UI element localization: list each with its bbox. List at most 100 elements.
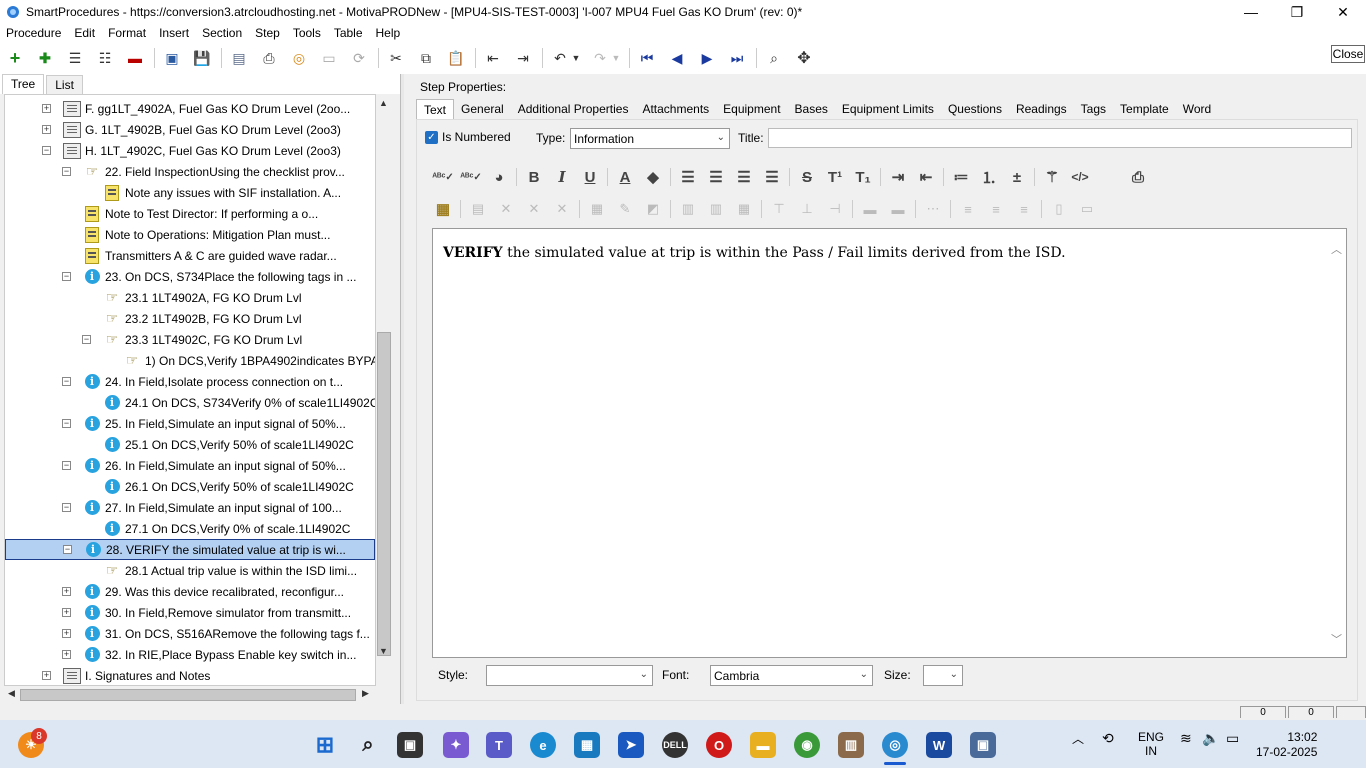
valign-top-icon[interactable]: ≡ [957,198,979,220]
split-cell-icon[interactable]: ⊣ [824,198,846,220]
scroll-up-icon[interactable]: ▲ [379,98,388,108]
maximize-button[interactable]: ❐ [1274,0,1320,24]
type-select[interactable]: Information ⌄ [570,128,730,149]
chrome-browser-icon[interactable]: ◉ [794,732,820,758]
tab-tree[interactable]: Tree [2,74,45,94]
insert-table-icon[interactable]: ▦ [432,198,454,220]
insert-column-right-icon[interactable]: ▥ [705,198,727,220]
collapse-node-icon[interactable]: − [63,545,72,554]
delete-row-icon[interactable]: ✕ [523,198,545,220]
tab-text[interactable]: Text [416,99,455,119]
outdent-icon[interactable]: ⇤ [482,47,504,69]
merge-cells-icon[interactable]: ▦ [733,198,755,220]
add-icon[interactable]: + [4,47,26,69]
tree-node[interactable]: i 27.1 On DCS,Verify 0% of scale.1LI4902C [82,518,350,539]
menu-step[interactable]: Step [255,26,280,40]
language-indicator[interactable]: ENG IN [1138,730,1164,758]
cell-properties-icon[interactable]: ▦ [586,198,608,220]
source-code-icon[interactable]: </> [1069,166,1091,188]
tab-tags[interactable]: Tags [1074,99,1113,119]
redo-icon[interactable]: ↷ [589,47,611,69]
bold-icon[interactable]: B [523,166,545,188]
tree-node[interactable]: ☞ 23.1 1LT4902A, FG KO Drum Lvl [82,287,302,308]
minimize-button[interactable]: — [1228,0,1274,24]
expand-icon[interactable]: ☷ [94,47,116,69]
paste-icon[interactable]: 📋 [445,47,467,69]
tab-readings[interactable]: Readings [1009,99,1074,119]
expand-node-icon[interactable]: + [42,104,51,113]
previous-icon[interactable]: ◀ [666,47,688,69]
dell-icon[interactable]: DELL [662,732,688,758]
underline-icon[interactable]: U [579,166,601,188]
last-icon[interactable]: ⏭ [726,47,748,69]
first-icon[interactable]: ⏮ [636,47,658,69]
collapse-node-icon[interactable]: − [62,167,71,176]
tab-bases[interactable]: Bases [788,99,835,119]
cell-color-icon[interactable]: ◩ [642,198,664,220]
smartprocedures-taskbar-icon[interactable]: ◎ [882,732,908,758]
title-input[interactable] [768,128,1352,148]
collapse-node-icon[interactable]: − [82,335,91,344]
align-right-icon[interactable]: ☰ [733,166,755,188]
tree-node[interactable]: i 25.1 On DCS,Verify 50% of scale1LI4902C [82,434,354,455]
horizontal-field-icon[interactable]: ▭ [1076,198,1098,220]
scroll-right-icon[interactable]: ▶ [362,688,369,699]
scroll-left-icon[interactable]: ◀ [8,688,15,699]
panel-splitter[interactable] [400,74,404,704]
tab-list[interactable]: List [46,75,83,94]
scroll-down-icon[interactable]: ▼ [379,646,388,656]
tab-template[interactable]: Template [1113,99,1176,119]
collapse-icon[interactable]: ☰ [64,47,86,69]
indent-decrease-icon[interactable]: ⇤ [915,166,937,188]
insert-row-above-icon[interactable]: ⊤ [768,198,790,220]
editor-scroll-up-icon[interactable]: ︿ [1331,241,1342,257]
tree-node[interactable]: Note to Operations: Mitigation Plan must… [62,224,330,245]
tree-horizontal-scroll-thumb[interactable] [20,689,356,701]
row-height-icon[interactable]: ▬ [859,198,881,220]
style-select[interactable]: ⌄ [486,665,653,686]
collapse-node-icon[interactable]: − [62,272,71,281]
tab-equipment-limits[interactable]: Equipment Limits [835,99,941,119]
power-automate-icon[interactable]: ➤ [618,732,644,758]
bullet-list-icon[interactable]: ≔ [950,166,972,188]
table-properties-icon[interactable]: ▤ [467,198,489,220]
collapse-node-icon[interactable]: − [62,461,71,470]
size-select[interactable]: ⌄ [923,665,963,686]
expand-node-icon[interactable]: + [62,650,71,659]
cell-edit-icon[interactable]: ✎ [614,198,636,220]
vertical-field-icon[interactable]: ▯ [1048,198,1070,220]
search-replace-icon[interactable]: ⌕ [763,47,785,69]
close-button[interactable]: Close [1331,45,1365,63]
tree-node[interactable]: Note any issues with SIF installation. A… [82,182,341,203]
copilot-icon[interactable]: ✦ [443,732,469,758]
collapse-node-icon[interactable]: − [62,503,71,512]
print-icon[interactable]: ⎙ [258,47,280,69]
expand-node-icon[interactable]: + [62,629,71,638]
align-center-icon[interactable]: ☰ [705,166,727,188]
magic-wand-icon[interactable]: ⚚ [1041,166,1063,188]
spellcheck-auto-icon[interactable]: ᴬᴮᶜ✓ [460,166,482,188]
indent-increase-icon[interactable]: ⇥ [887,166,909,188]
expand-node-icon[interactable]: + [62,608,71,617]
network-status-icon[interactable]: ⟲ [1102,730,1114,747]
tab-additional-properties[interactable]: Additional Properties [511,99,636,119]
tab-questions[interactable]: Questions [941,99,1009,119]
editor-scroll-down-icon[interactable]: ﹀ [1331,631,1342,647]
align-left-icon[interactable]: ☰ [677,166,699,188]
export-icon[interactable]: ▤ [228,47,250,69]
delete-icon[interactable]: ▬ [124,47,146,69]
color-wheel-icon[interactable]: ◕ [488,166,510,188]
tree-node[interactable]: − i 28. VERIFY the simulated value at trip… [5,539,375,560]
refresh-icon[interactable]: ⟳ [348,47,370,69]
tree-node[interactable]: − ☞ 22. Field InspectionUsing the checklis… [62,161,345,182]
strikethrough-icon[interactable]: S [796,166,818,188]
delete-table-icon[interactable]: ✕ [495,198,517,220]
teams-icon[interactable]: T [486,732,512,758]
highlight-icon[interactable]: ◆ [642,166,664,188]
tree-node[interactable]: + F. gg1LT_4902A, Fuel Gas KO Drum Level … [42,98,350,119]
collapse-node-icon[interactable]: − [62,419,71,428]
subscript-icon[interactable]: T₁ [852,166,874,188]
tree-node[interactable]: − ☞ 23.3 1LT4902C, FG KO Drum Lvl [82,329,302,350]
window-icon[interactable]: ▭ [318,47,340,69]
valign-bottom-icon[interactable]: ≡ [1013,198,1035,220]
